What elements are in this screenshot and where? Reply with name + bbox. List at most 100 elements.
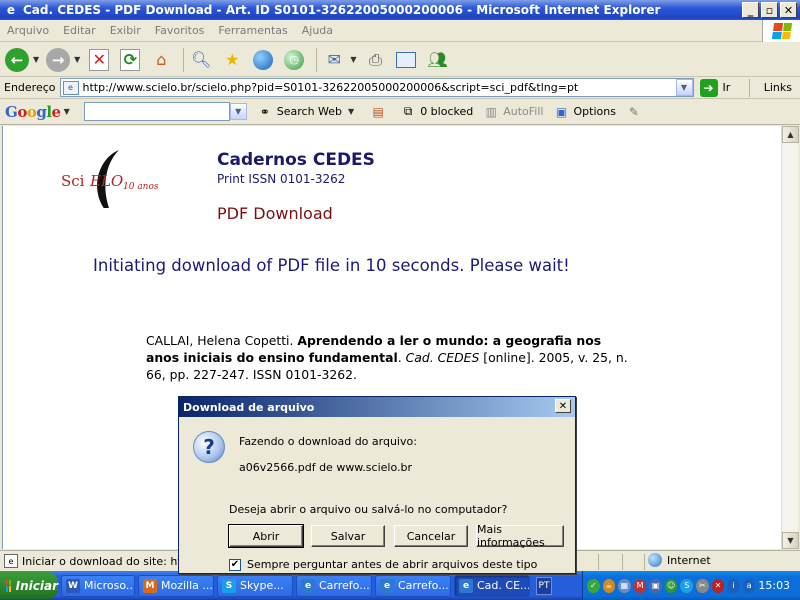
- title-bar[interactable]: e Cad. CEDES - PDF Download - Art. ID S0…: [0, 0, 800, 20]
- tray-alert-icon[interactable]: a: [742, 578, 756, 593]
- popup-blocker-button[interactable]: ⧉ 0 blocked: [400, 104, 473, 120]
- popup-blocker-icon: ⧉: [403, 104, 413, 118]
- maximize-button[interactable]: ▫: [761, 2, 778, 18]
- tray-display-icon[interactable]: ▣: [649, 578, 662, 593]
- tray-app-icon[interactable]: ✓: [587, 578, 600, 593]
- menu-arquivo[interactable]: Arquivo: [0, 24, 56, 37]
- forward-dropdown-icon[interactable]: ▼: [74, 55, 80, 64]
- stop-icon: ✕: [89, 48, 110, 71]
- history-icon: ◷: [284, 49, 305, 70]
- save-button[interactable]: Salvar: [311, 525, 385, 547]
- news-button[interactable]: ▤: [370, 104, 390, 120]
- search-button[interactable]: 🔍︎: [188, 47, 214, 73]
- system-tray: ✓ ☕ ▦ M ▣ ☺ S ✂ ✕ i a 15:03: [582, 571, 800, 600]
- back-dropdown-icon[interactable]: ▼: [33, 55, 39, 64]
- minimize-button[interactable]: _: [742, 2, 759, 18]
- tray-network-icon[interactable]: ▦: [618, 578, 631, 593]
- security-zone[interactable]: Internet: [648, 553, 711, 567]
- scroll-up-icon[interactable]: ▲: [782, 126, 799, 143]
- links-button[interactable]: Links: [764, 81, 792, 94]
- menu-ferramentas[interactable]: Ferramentas: [211, 24, 294, 37]
- home-button[interactable]: ⌂: [148, 47, 174, 73]
- print-button[interactable]: ⎙: [362, 47, 388, 73]
- vertical-scrollbar[interactable]: ▲ ▼: [781, 126, 799, 549]
- task-label: Mozilla ...: [161, 579, 213, 592]
- question-icon: ?: [193, 431, 225, 463]
- menu-editar[interactable]: Editar: [56, 24, 103, 37]
- article-citation: CALLAI, Helena Copetti. Aprendendo a ler…: [146, 333, 628, 382]
- options-button[interactable]: ▣ Options: [553, 104, 616, 120]
- edit-button[interactable]: [393, 47, 419, 73]
- google-dropdown-icon[interactable]: ▼: [64, 107, 70, 116]
- tray-tool-icon[interactable]: ✂: [696, 578, 709, 593]
- address-input[interactable]: e http://www.scielo.br/scielo.php?pid=S0…: [59, 78, 694, 97]
- search-web-dropdown-icon[interactable]: ▼: [348, 107, 354, 116]
- always-ask-checkbox[interactable]: ✔ Sempre perguntar antes de abrir arquiv…: [229, 558, 537, 571]
- tray-java-icon[interactable]: ☕: [602, 578, 616, 593]
- back-button[interactable]: ←: [4, 47, 30, 73]
- start-label: Iniciar: [15, 578, 58, 593]
- start-button[interactable]: Iniciar: [0, 572, 58, 599]
- tray-antivirus-icon[interactable]: ✕: [711, 578, 725, 593]
- more-info-button[interactable]: Mais informações: [476, 523, 564, 549]
- menu-favoritos[interactable]: Favoritos: [148, 24, 212, 37]
- taskbar-item-ie-carrefour-2[interactable]: e Carrefo...: [375, 574, 451, 597]
- taskbar-item-ie-carrefour-1[interactable]: e Carrefo...: [296, 574, 372, 597]
- taskbar: Iniciar W Microso... M Mozilla ... S Sky…: [0, 571, 800, 600]
- dialog-title-bar[interactable]: Download de arquivo: [179, 397, 575, 417]
- address-url[interactable]: http://www.scielo.br/scielo.php?pid=S010…: [83, 81, 676, 94]
- cancel-button[interactable]: Cancelar: [394, 525, 468, 547]
- google-search-input[interactable]: [83, 102, 230, 121]
- messenger-icon: 👥︎: [427, 50, 448, 69]
- stop-button[interactable]: ✕: [86, 47, 112, 73]
- ie-icon: e: [459, 578, 473, 593]
- zone-label: Internet: [667, 553, 711, 567]
- go-arrow-icon: ➔: [699, 78, 718, 97]
- initiating-message: Initiating download of PDF file in 10 se…: [93, 256, 570, 275]
- dialog-close-button[interactable]: ✕: [555, 399, 571, 413]
- taskbar-item-skype[interactable]: S Skype...: [217, 574, 293, 597]
- dialog-question: Deseja abrir o arquivo ou salvá-lo no co…: [229, 503, 508, 516]
- forward-button[interactable]: →: [45, 47, 71, 73]
- taskbar-item-word[interactable]: W Microso...: [61, 574, 135, 597]
- messenger-button[interactable]: 👥︎: [424, 47, 450, 73]
- citation-journal: Cad. CEDES: [405, 350, 480, 365]
- status-text: e Iniciar o download do site: http:/: [4, 554, 200, 568]
- history-button[interactable]: ◷: [281, 47, 307, 73]
- google-search-dropdown-icon[interactable]: ▼: [229, 103, 247, 120]
- globe-icon: [648, 553, 662, 567]
- tray-mail-icon[interactable]: M: [633, 578, 647, 593]
- address-dropdown-icon[interactable]: ▼: [675, 79, 693, 96]
- autofill-button[interactable]: ▥ AutoFill: [483, 104, 544, 120]
- media-button[interactable]: [250, 47, 276, 73]
- pdf-download-heading: PDF Download: [217, 204, 333, 223]
- scroll-down-icon[interactable]: ▼: [782, 532, 799, 549]
- checkbox-check-icon[interactable]: ✔: [229, 558, 241, 571]
- scielo-logo[interactable]: Sci ELO 10 anos: [59, 148, 169, 208]
- tray-info-icon[interactable]: i: [727, 578, 740, 593]
- taskbar-item-mozilla[interactable]: M Mozilla ...: [138, 574, 214, 597]
- favorites-button[interactable]: ★: [219, 47, 245, 73]
- issn: Print ISSN 0101-3262: [217, 172, 346, 186]
- address-label: Endereço: [4, 81, 56, 94]
- close-button[interactable]: ✕: [780, 2, 797, 18]
- clock[interactable]: 15:03: [758, 579, 790, 592]
- highlight-pen-icon: ✎: [628, 104, 639, 119]
- menu-ajuda[interactable]: Ajuda: [295, 24, 340, 37]
- dialog-filename: a06v2566.pdf de www.scielo.br: [239, 461, 412, 474]
- mail-dropdown-icon[interactable]: ▼: [350, 55, 356, 64]
- mail-button[interactable]: ✉: [321, 47, 347, 73]
- task-label: Microso...: [84, 579, 135, 592]
- search-web-button[interactable]: ⚭ Search Web ▼: [257, 104, 360, 120]
- highlight-button[interactable]: ✎: [626, 104, 646, 120]
- refresh-button[interactable]: ⟳: [117, 47, 143, 73]
- google-logo[interactable]: Google: [5, 103, 61, 121]
- menu-exibir[interactable]: Exibir: [103, 24, 148, 37]
- go-button[interactable]: ➔ Ir: [699, 78, 730, 97]
- taskbar-item-ie-cad-cedes[interactable]: e Cad. CE...: [454, 574, 530, 597]
- open-button[interactable]: Abrir: [228, 524, 304, 548]
- tray-skype-icon[interactable]: S: [680, 578, 694, 593]
- tray-messenger-icon[interactable]: ☺: [664, 578, 678, 593]
- language-indicator[interactable]: PT: [536, 576, 552, 595]
- standard-toolbar: ← ▼ → ▼ ✕ ⟳ ⌂ 🔍︎ ★ ◷ ✉ ▼ ⎙ 👥︎: [0, 43, 800, 77]
